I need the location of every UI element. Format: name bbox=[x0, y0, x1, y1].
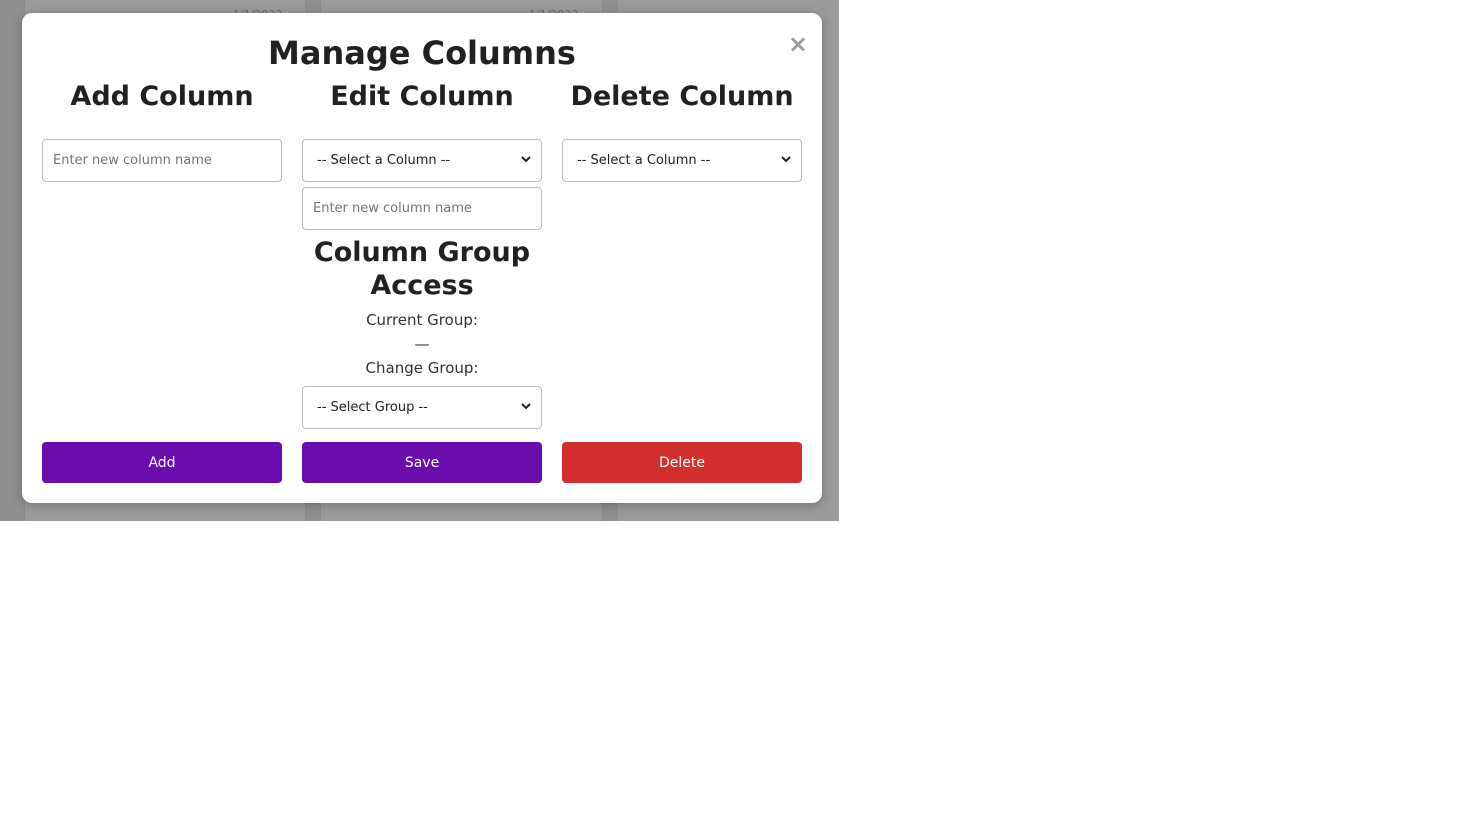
manage-columns-modal: × Manage Columns Add Column Edit Column … bbox=[22, 13, 822, 503]
new-column-name-input[interactable] bbox=[42, 139, 282, 182]
chevron-down-icon bbox=[521, 156, 531, 163]
chevron-down-icon bbox=[521, 403, 531, 410]
delete-button[interactable]: Delete bbox=[562, 442, 802, 483]
delete-column-select[interactable]: -- Select a Column -- bbox=[562, 139, 802, 182]
current-group-value: — bbox=[414, 335, 430, 353]
edit-column-select[interactable]: -- Select a Column -- bbox=[302, 139, 542, 182]
delete-column-select-value: -- Select a Column -- bbox=[577, 153, 711, 168]
delete-column-title: Delete Column bbox=[570, 81, 794, 112]
delete-column-section: Delete Column -- Select a Column -- bbox=[562, 77, 802, 182]
column-group-access-title: Column Group Access bbox=[313, 237, 531, 301]
current-group-label: Current Group: bbox=[366, 311, 478, 329]
change-group-select[interactable]: -- Select Group -- bbox=[302, 386, 542, 429]
edit-column-section: Edit Column -- Select a Column -- Column… bbox=[302, 77, 542, 429]
change-group-select-value: -- Select Group -- bbox=[317, 400, 428, 415]
save-button[interactable]: Save bbox=[302, 442, 542, 483]
rename-column-input[interactable] bbox=[302, 187, 542, 230]
modal-title: Manage Columns bbox=[268, 34, 576, 72]
edit-column-select-value: -- Select a Column -- bbox=[317, 153, 451, 168]
add-column-section: Add Column bbox=[42, 77, 282, 182]
add-column-title: Add Column bbox=[70, 81, 254, 112]
add-button[interactable]: Add bbox=[42, 442, 282, 483]
chevron-down-icon bbox=[781, 156, 791, 163]
edit-column-title: Edit Column bbox=[330, 81, 514, 112]
change-group-label: Change Group: bbox=[365, 359, 479, 377]
